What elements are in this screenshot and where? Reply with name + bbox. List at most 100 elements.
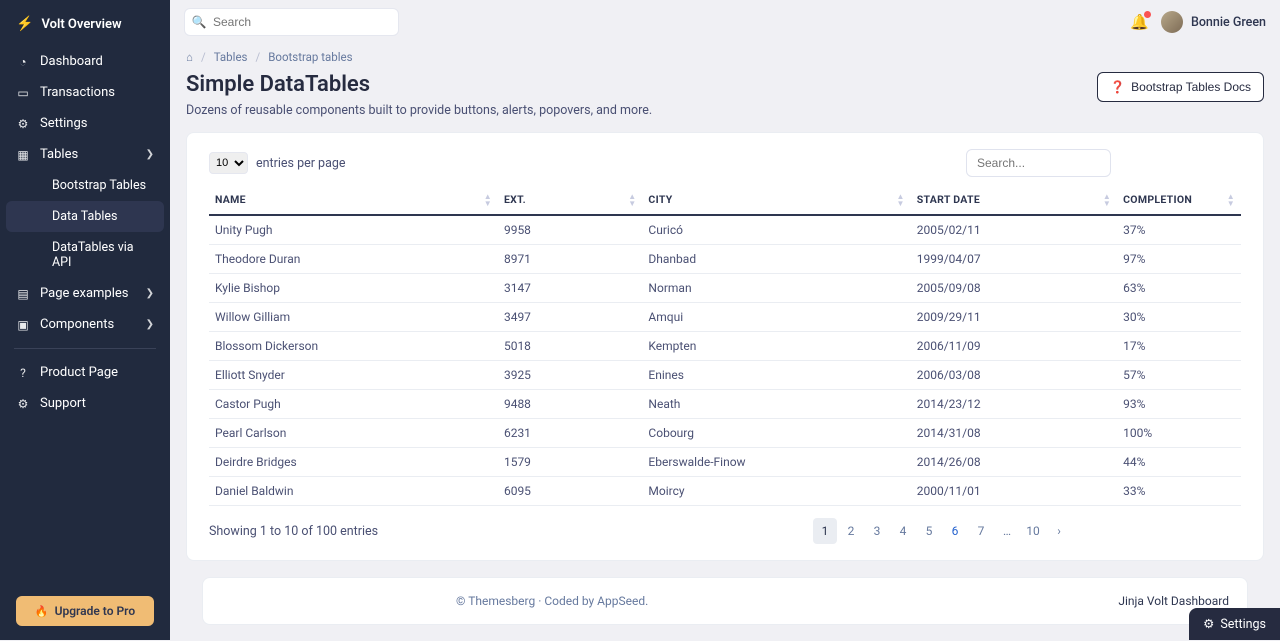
nav-label: Support <box>40 396 86 411</box>
table-row: Pearl Carlson6231Cobourg2014/31/08100% <box>209 419 1241 448</box>
col-city[interactable]: CITY▲▼ <box>642 185 910 215</box>
sort-icon: ▲▼ <box>628 193 636 207</box>
page-4[interactable]: 4 <box>891 518 915 544</box>
cell-comp: 30% <box>1117 303 1241 332</box>
sidebar-nav: ◔Dashboard▭Transactions⚙Settings▦Tables❯… <box>0 46 170 588</box>
cell-name: Willow Gilliam <box>209 303 498 332</box>
search-icon: 🔍 <box>185 15 213 29</box>
upgrade-button[interactable]: 🔥 Upgrade to Pro <box>16 596 154 626</box>
home-icon: ⌂ <box>186 50 193 64</box>
sidebar-subitem-data-tables[interactable]: Data Tables <box>6 201 164 232</box>
sidebar-item-tables[interactable]: ▦Tables❯ <box>0 139 170 170</box>
sidebar-subitem-datatables-via-api[interactable]: DataTables via API <box>6 232 164 278</box>
brand[interactable]: ⚡ Volt Overview <box>0 12 170 46</box>
page-10[interactable]: 10 <box>1021 518 1045 544</box>
table-row: Willow Gilliam3497Amqui2009/29/1130% <box>209 303 1241 332</box>
sidebar-item-support[interactable]: ⚙ Support <box>0 388 170 419</box>
nav-label: Dashboard <box>40 54 103 69</box>
cell-comp: 63% <box>1117 274 1241 303</box>
page-7[interactable]: 7 <box>969 518 993 544</box>
cell-city: Cobourg <box>642 419 910 448</box>
cell-name: Blossom Dickerson <box>209 332 498 361</box>
search-input[interactable] <box>213 9 398 35</box>
cell-name: Elliott Snyder <box>209 361 498 390</box>
cell-ext: 5018 <box>498 332 642 361</box>
nav-label: Tables <box>40 147 78 162</box>
cell-ext: 6095 <box>498 477 642 506</box>
sidebar-item-components[interactable]: ▣Components❯ <box>0 309 170 340</box>
brand-label: Volt Overview <box>41 17 121 32</box>
table-info: Showing 1 to 10 of 100 entries <box>209 524 378 539</box>
breadcrumb: ⌂ / Tables / Bootstrap tables <box>186 44 1264 72</box>
upgrade-label: Upgrade to Pro <box>55 604 136 618</box>
footer-left: © Themesberg · Coded by AppSeed. <box>456 594 648 608</box>
gear-icon: ⚙ <box>1203 616 1214 632</box>
nav-icon: ◔ <box>16 55 30 69</box>
page-title: Simple DataTables <box>186 72 652 97</box>
sidebar-separator <box>14 348 156 349</box>
cell-start: 2014/31/08 <box>911 419 1117 448</box>
cell-ext: 8971 <box>498 245 642 274</box>
settings-fab[interactable]: ⚙ Settings <box>1189 608 1280 640</box>
table-search-input[interactable] <box>966 149 1111 177</box>
topbar: 🔍 🔔 Bonnie Green <box>170 0 1280 36</box>
table-row: Elliott Snyder3925Enines2006/03/0857% <box>209 361 1241 390</box>
cell-start: 2014/23/12 <box>911 390 1117 419</box>
question-circle-icon: ❓ <box>1110 80 1125 94</box>
settings-fab-label: Settings <box>1220 617 1266 632</box>
table-row: Unity Pugh9958Curicó2005/02/1137% <box>209 215 1241 245</box>
cell-ext: 6231 <box>498 419 642 448</box>
cell-comp: 44% <box>1117 448 1241 477</box>
breadcrumb-mid[interactable]: Tables <box>214 50 248 64</box>
table-row: Blossom Dickerson5018Kempten2006/11/0917… <box>209 332 1241 361</box>
sidebar-item-page-examples[interactable]: ▤Page examples❯ <box>0 278 170 309</box>
cell-city: Norman <box>642 274 910 303</box>
page-5[interactable]: 5 <box>917 518 941 544</box>
col-completion[interactable]: COMPLETION▲▼ <box>1117 185 1241 215</box>
col-name[interactable]: NAME▲▼ <box>209 185 498 215</box>
page-…[interactable]: … <box>995 518 1019 544</box>
global-search[interactable]: 🔍 <box>184 8 399 36</box>
footer: © Themesberg · Coded by AppSeed. Jinja V… <box>202 577 1248 625</box>
docs-button[interactable]: ❓ Bootstrap Tables Docs <box>1097 72 1264 102</box>
cell-name: Theodore Duran <box>209 245 498 274</box>
nav-icon: ▭ <box>16 86 30 100</box>
cell-city: Curicó <box>642 215 910 245</box>
sidebar-item-dashboard[interactable]: ◔ Dashboard <box>0 46 170 77</box>
cell-start: 2005/09/08 <box>911 274 1117 303</box>
sidebar-item-transactions[interactable]: ▭ Transactions <box>0 77 170 108</box>
chevron-right-icon: ❯ <box>146 149 154 160</box>
nav-label: Page examples <box>40 286 129 301</box>
sidebar-subitem-bootstrap-tables[interactable]: Bootstrap Tables <box>6 170 164 201</box>
nav-label: Transactions <box>40 85 115 100</box>
cell-name: Kylie Bishop <box>209 274 498 303</box>
cell-name: Deirdre Bridges <box>209 448 498 477</box>
cell-comp: 93% <box>1117 390 1241 419</box>
col-start-date[interactable]: START DATE▲▼ <box>911 185 1117 215</box>
sort-icon: ▲▼ <box>897 193 905 207</box>
cell-city: Kempten <box>642 332 910 361</box>
entries-select[interactable]: 10 <box>209 152 248 174</box>
data-table: NAME▲▼EXT.▲▼CITY▲▼START DATE▲▼COMPLETION… <box>209 185 1241 506</box>
cell-ext: 3497 <box>498 303 642 332</box>
page-›[interactable]: › <box>1047 518 1071 544</box>
cell-ext: 3925 <box>498 361 642 390</box>
cell-start: 2005/02/11 <box>911 215 1117 245</box>
page-6[interactable]: 6 <box>943 518 967 544</box>
page-2[interactable]: 2 <box>839 518 863 544</box>
nav-icon: ⚙ <box>16 397 30 411</box>
col-ext-[interactable]: EXT.▲▼ <box>498 185 642 215</box>
cell-city: Amqui <box>642 303 910 332</box>
user-name: Bonnie Green <box>1191 15 1266 30</box>
sidebar-item-settings[interactable]: ⚙Settings <box>0 108 170 139</box>
user-menu[interactable]: Bonnie Green <box>1161 11 1266 33</box>
cell-start: 2014/26/08 <box>911 448 1117 477</box>
breadcrumb-home[interactable]: ⌂ <box>186 50 193 64</box>
page-1[interactable]: 1 <box>813 518 837 544</box>
cell-ext: 3147 <box>498 274 642 303</box>
sidebar-item-product-page[interactable]: ?Product Page <box>0 357 170 388</box>
table-row: Theodore Duran8971Dhanbad1999/04/0797% <box>209 245 1241 274</box>
notifications-button[interactable]: 🔔 <box>1130 13 1149 31</box>
page-3[interactable]: 3 <box>865 518 889 544</box>
footer-right[interactable]: Jinja Volt Dashboard <box>1118 594 1229 608</box>
